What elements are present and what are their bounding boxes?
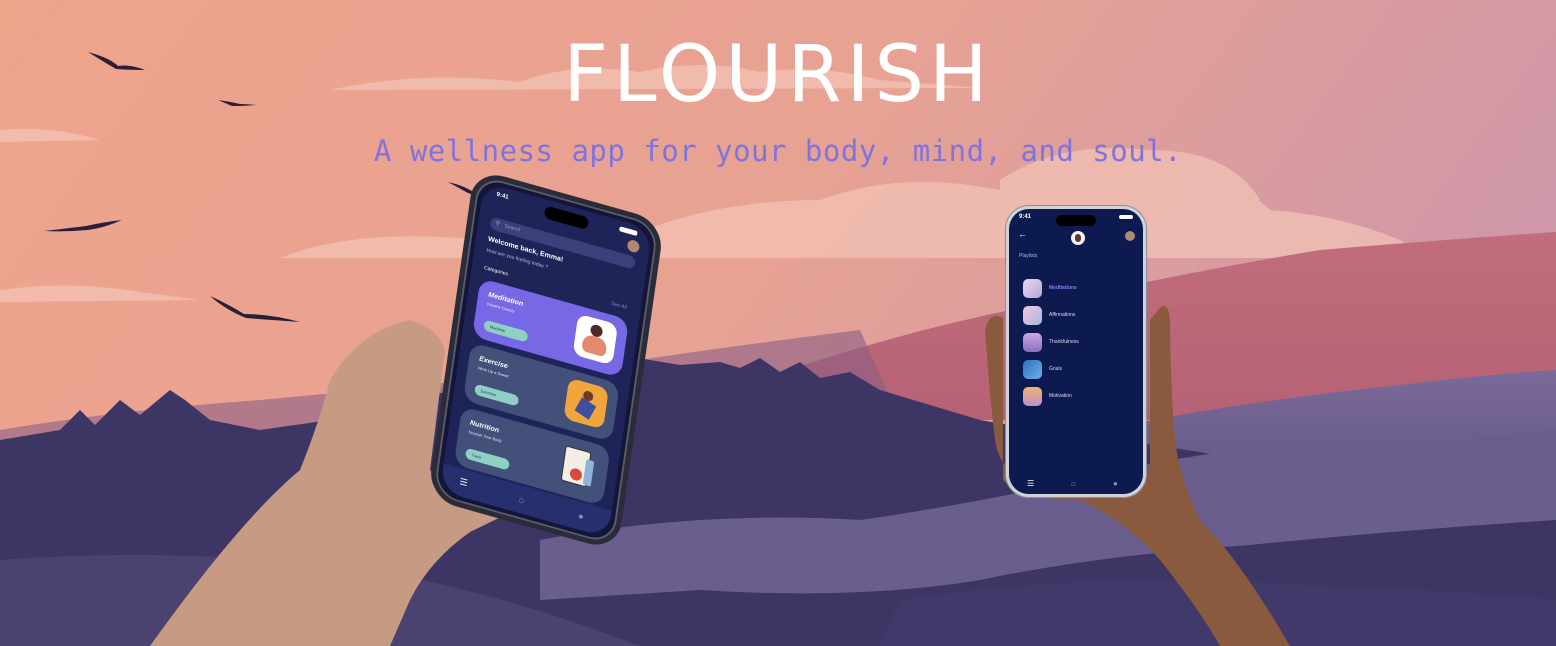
profile-avatar	[1071, 231, 1085, 245]
profile-icon[interactable]: ●	[578, 511, 585, 522]
playlist-label: Goals	[1049, 366, 1063, 372]
meditating-person-icon	[572, 313, 619, 366]
see-all-link[interactable]: See All	[611, 301, 627, 311]
tagline: A wellness app for your body, mind, and …	[373, 134, 1183, 168]
playlist-thumbnail	[1023, 387, 1042, 406]
playlists-heading: Playlists	[1019, 253, 1038, 259]
playlist-thumbnail	[1023, 279, 1042, 298]
home-icon[interactable]: ⌂	[518, 494, 525, 505]
playlist-icon[interactable]: ☰	[459, 476, 468, 489]
back-arrow-icon[interactable]: ←	[1018, 229, 1027, 239]
brand-title: FLOURISH	[563, 30, 993, 120]
status-time: 9:41	[1019, 214, 1032, 220]
home-screen: 9:41 ⚲ Search Welcome back, Emma! How ar…	[439, 181, 653, 539]
meditate-button[interactable]: Meditate	[483, 319, 529, 343]
dynamic-island	[1056, 215, 1096, 226]
exercise-button[interactable]: Exercise	[474, 383, 520, 407]
dynamic-island	[543, 205, 590, 231]
playlists-screen: 9:41 ← Playlists Meditations Affirmation…	[1009, 209, 1143, 494]
runner-icon	[563, 377, 609, 430]
track-button[interactable]: Track	[464, 447, 511, 471]
battery-icon	[1119, 215, 1133, 219]
checklist-apple-icon	[554, 442, 599, 494]
avatar[interactable]	[1125, 231, 1135, 241]
playlist-label: Affirmations	[1049, 312, 1076, 318]
playlist-thumbnail	[1023, 360, 1042, 379]
playlist-label: Motivation	[1049, 393, 1072, 399]
categories-label: Categories	[483, 264, 509, 278]
phone-playlists: 9:41 ← Playlists Meditations Affirmation…	[1005, 205, 1147, 498]
playlist-label: Thankfulness	[1049, 339, 1079, 345]
battery-icon	[619, 226, 638, 237]
playlist-label: Meditations	[1049, 285, 1077, 291]
avatar[interactable]	[626, 238, 641, 254]
playlist-thumbnail	[1023, 306, 1042, 325]
playlist-icon[interactable]: ☰	[1027, 479, 1034, 488]
search-placeholder: Search	[503, 223, 521, 234]
bottom-nav: ☰ ⌂ ●	[1009, 472, 1143, 494]
profile-icon[interactable]: ●	[1113, 479, 1118, 488]
home-icon[interactable]: ⌂	[1071, 479, 1076, 488]
status-time: 9:41	[496, 191, 509, 201]
playlist-thumbnail	[1023, 333, 1042, 352]
search-icon: ⚲	[495, 220, 501, 228]
